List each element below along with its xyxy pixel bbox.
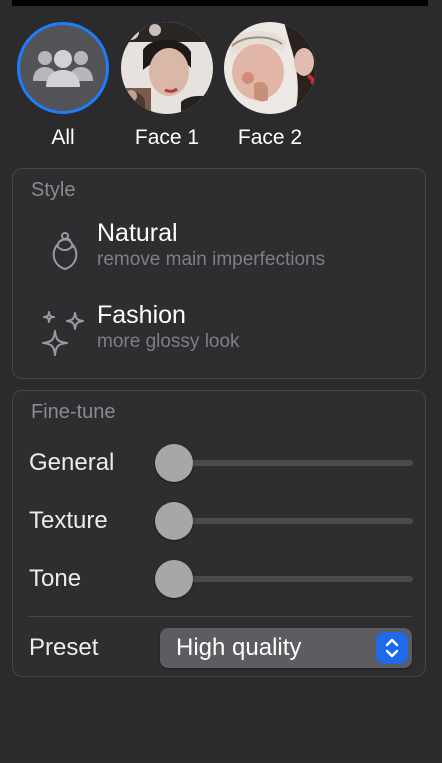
style-section-title: Style: [31, 179, 76, 201]
slider-general: General: [29, 441, 413, 485]
face-option-2[interactable]: Face 2: [220, 22, 320, 150]
face-option-all[interactable]: All: [13, 22, 113, 150]
finetune-divider: [29, 616, 411, 617]
style-option-natural-desc: remove main imperfections: [97, 249, 326, 270]
face-1-avatar: [121, 22, 213, 114]
slider-general-knob[interactable]: [155, 444, 193, 482]
select-stepper-icon: [376, 632, 408, 664]
face-1-photo: [121, 22, 213, 114]
top-edge-bar: [12, 0, 428, 6]
style-option-fashion[interactable]: Fashion more glossy look: [41, 301, 411, 365]
finetune-section-title: Fine-tune: [31, 401, 116, 423]
group-avatar: [17, 22, 109, 114]
preset-label: Preset: [29, 634, 99, 661]
group-icon: [33, 50, 93, 87]
slider-texture: Texture: [29, 499, 413, 543]
style-option-natural-name: Natural: [97, 219, 178, 247]
slider-tone: Tone: [29, 557, 413, 601]
slider-tone-label: Tone: [29, 565, 82, 592]
slider-texture-label: Texture: [29, 507, 108, 534]
face-option-1[interactable]: Face 1: [117, 22, 217, 150]
style-option-fashion-name: Fashion: [97, 301, 186, 329]
face-outline-icon: [52, 232, 78, 270]
face-label-1: Face 1: [134, 126, 200, 149]
face-label-2: Face 2: [237, 126, 303, 149]
preset-select-value: High quality: [176, 634, 302, 661]
style-option-natural[interactable]: Natural remove main imperfections: [41, 219, 411, 283]
sparkles-icon: [42, 311, 84, 356]
slider-texture-knob[interactable]: [155, 502, 193, 540]
preset-select[interactable]: High quality: [160, 628, 412, 668]
slider-tone-track[interactable]: [157, 576, 413, 582]
style-panel: Style Natural remove main imperfections …: [12, 168, 426, 379]
face-2-avatar: [224, 22, 316, 114]
slider-texture-track[interactable]: [157, 518, 413, 524]
face-label-all: All: [51, 126, 75, 149]
slider-general-track[interactable]: [157, 460, 413, 466]
slider-general-label: General: [29, 449, 115, 476]
face-2-photo: [224, 22, 316, 114]
slider-tone-knob[interactable]: [155, 560, 193, 598]
style-option-fashion-desc: more glossy look: [97, 331, 240, 352]
finetune-panel: Fine-tune General Texture Tone Preset Hi…: [12, 390, 426, 677]
